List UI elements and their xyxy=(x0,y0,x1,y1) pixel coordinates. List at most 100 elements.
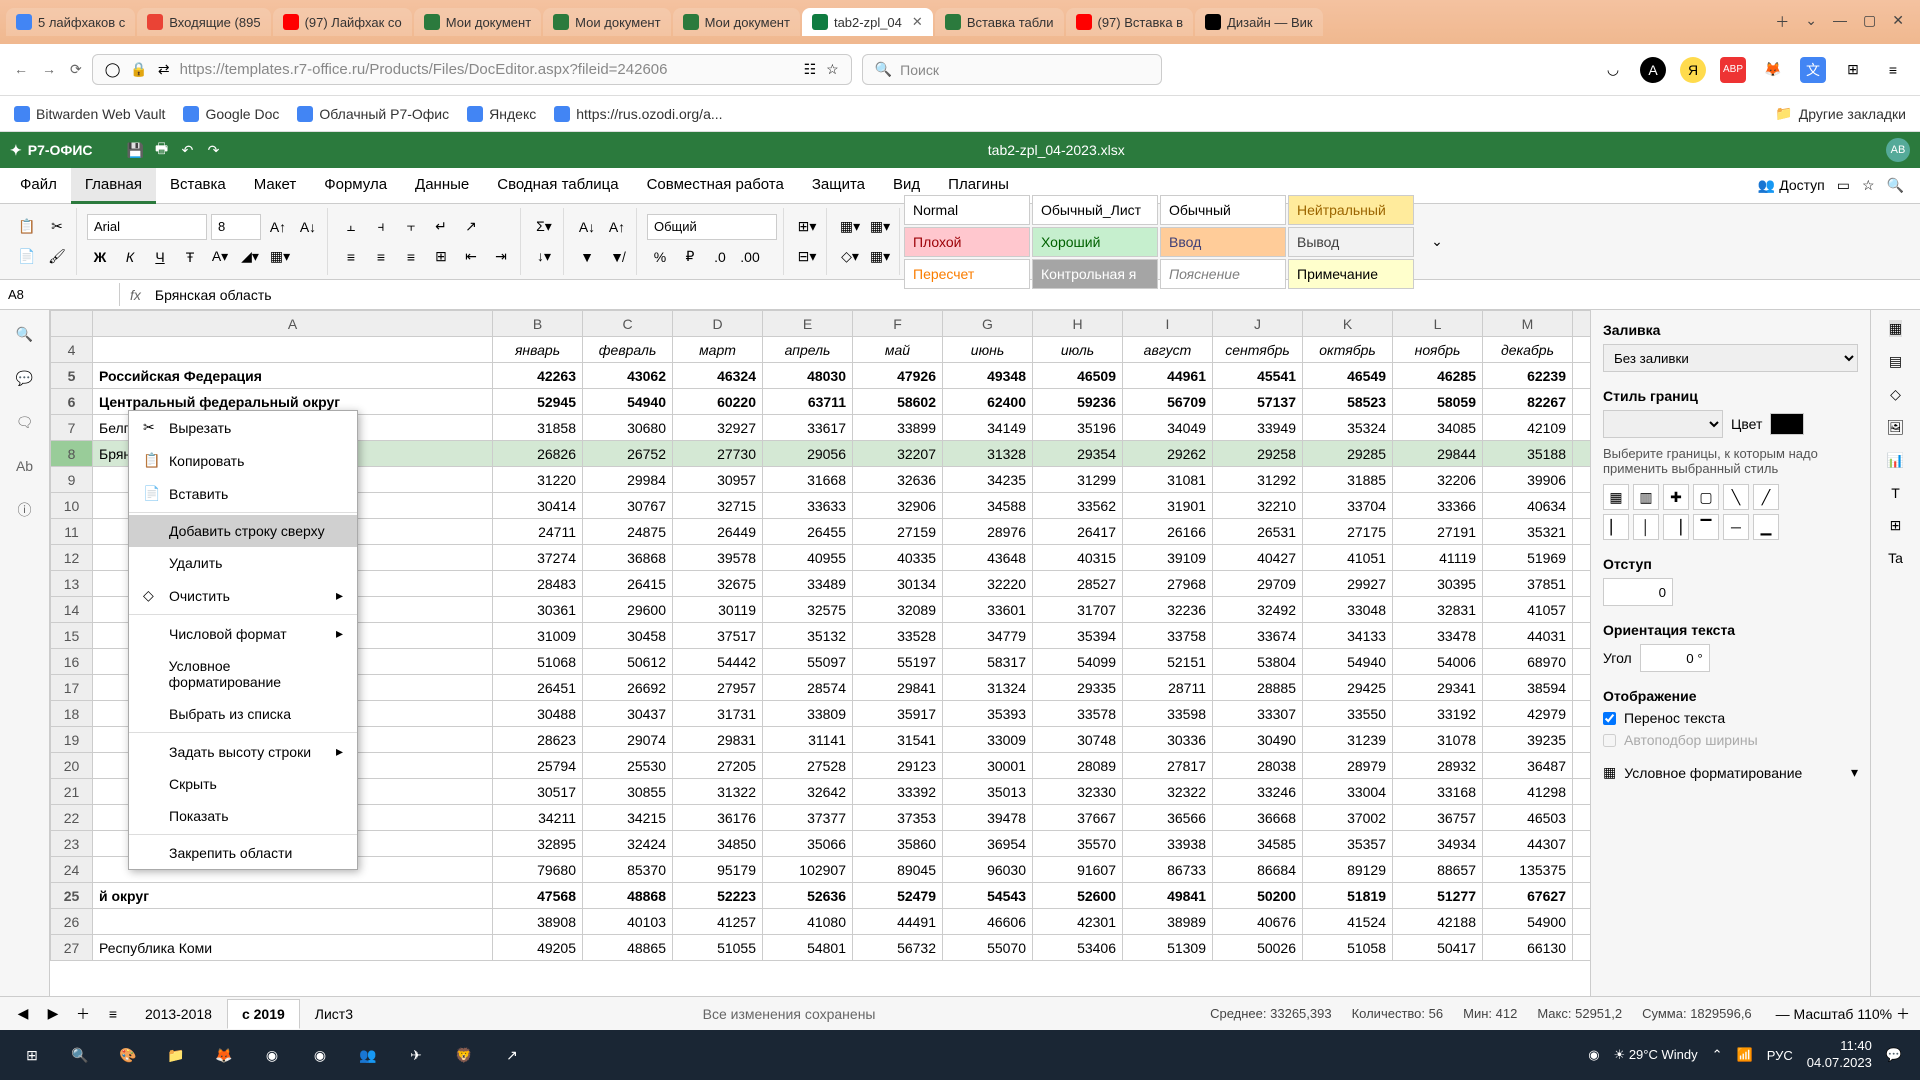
data-cell[interactable]: 31668 xyxy=(763,467,853,493)
month-header[interactable]: январь xyxy=(493,337,583,363)
data-cell[interactable]: 89129 xyxy=(1303,857,1393,883)
data-cell[interactable]: 51068 xyxy=(493,649,583,675)
data-cell[interactable]: 39109 xyxy=(1123,545,1213,571)
data-cell[interactable]: 62400 xyxy=(943,389,1033,415)
hamburger-icon[interactable]: ≡ xyxy=(1880,57,1906,83)
data-cell[interactable]: 67627 xyxy=(1483,883,1573,909)
data-cell[interactable]: 32236 xyxy=(1123,597,1213,623)
data-cell[interactable]: 32210 xyxy=(1213,493,1303,519)
data-cell[interactable]: 31328 xyxy=(943,441,1033,467)
data-cell[interactable]: 42263 xyxy=(493,363,583,389)
column-header[interactable]: D xyxy=(673,311,763,337)
tab-close-icon[interactable]: ✕ xyxy=(912,14,923,30)
data-cell[interactable]: 57137 xyxy=(1213,389,1303,415)
fx-icon[interactable]: fx xyxy=(120,287,151,303)
favorite-icon[interactable]: ☆ xyxy=(1862,177,1875,194)
browser-tab[interactable]: (97) Вставка в xyxy=(1066,8,1194,36)
data-cell[interactable]: 26455 xyxy=(763,519,853,545)
data-cell[interactable]: 26692 xyxy=(583,675,673,701)
data-cell[interactable]: 40103 xyxy=(583,909,673,935)
column-header[interactable]: M xyxy=(1483,311,1573,337)
data-cell[interactable]: 33674 xyxy=(1213,623,1303,649)
window-maximize[interactable]: ▢ xyxy=(1863,12,1876,32)
border-inner-icon[interactable]: ▥ xyxy=(1633,484,1659,510)
undo-icon[interactable]: ↶ xyxy=(175,137,201,163)
browser-tab[interactable]: Мои документ xyxy=(543,8,670,36)
data-cell[interactable]: 33809 xyxy=(763,701,853,727)
data-cell[interactable]: 54900 xyxy=(1483,909,1573,935)
data-cell[interactable]: 27159 xyxy=(853,519,943,545)
other-bookmarks[interactable]: 📁 Другие закладки xyxy=(1775,105,1906,122)
data-cell[interactable]: 31858 xyxy=(493,415,583,441)
row-header[interactable]: 19 xyxy=(51,727,93,753)
notifications-icon[interactable]: 💬 xyxy=(1886,1047,1902,1063)
data-cell[interactable]: 35357 xyxy=(1303,831,1393,857)
data-cell[interactable]: 36566 xyxy=(1123,805,1213,831)
dec-decimal-icon[interactable]: .0 xyxy=(707,244,733,270)
data-cell[interactable]: 35394 xyxy=(1033,623,1123,649)
data-cell[interactable]: 35393 xyxy=(943,701,1033,727)
tab-dropdown-button[interactable]: ⌄ xyxy=(1805,12,1817,32)
data-cell[interactable]: 89045 xyxy=(853,857,943,883)
data-cell[interactable]: 56709 xyxy=(1123,389,1213,415)
browser-tab[interactable]: Дизайн — Вик xyxy=(1195,8,1323,36)
data-cell[interactable]: 33562 xyxy=(1033,493,1123,519)
comments-icon[interactable]: 💬 xyxy=(11,364,39,392)
filter-icon[interactable]: ▼ xyxy=(574,244,600,270)
sheet-tab[interactable]: 2013-2018 xyxy=(130,999,227,1029)
data-cell[interactable]: 32207 xyxy=(853,441,943,467)
data-cell[interactable]: 26451 xyxy=(493,675,583,701)
data-cell[interactable]: 47926 xyxy=(853,363,943,389)
data-cell[interactable]: 34049 xyxy=(1123,415,1213,441)
align-middle-icon[interactable]: ⫞ xyxy=(368,214,394,240)
sheet-prev-icon[interactable]: ◀ xyxy=(10,1001,36,1027)
data-cell[interactable]: 40676 xyxy=(1213,909,1303,935)
data-cell[interactable]: 30361 xyxy=(493,597,583,623)
row-header[interactable]: 17 xyxy=(51,675,93,701)
data-cell[interactable]: 32715 xyxy=(673,493,763,519)
data-cell[interactable]: 41298 xyxy=(1483,779,1573,805)
data-cell[interactable]: 37517 xyxy=(673,623,763,649)
fill-select[interactable]: Без заливки xyxy=(1603,344,1858,372)
data-cell[interactable]: 29123 xyxy=(853,753,943,779)
new-tab-button[interactable]: ＋ xyxy=(1775,12,1789,32)
spreadsheet-grid[interactable]: ABCDEFGHIJKLM4январьфевральмартапрельмай… xyxy=(50,310,1590,996)
data-cell[interactable]: 28089 xyxy=(1033,753,1123,779)
month-header[interactable]: август xyxy=(1123,337,1213,363)
open-location-icon[interactable]: ▭ xyxy=(1837,177,1850,194)
data-cell[interactable]: 30490 xyxy=(1213,727,1303,753)
data-cell[interactable]: 45541 xyxy=(1213,363,1303,389)
data-cell[interactable]: 41057 xyxy=(1483,597,1573,623)
row-header[interactable]: 12 xyxy=(51,545,93,571)
data-cell[interactable]: 31009 xyxy=(493,623,583,649)
row-header[interactable]: 14 xyxy=(51,597,93,623)
data-cell[interactable]: 39578 xyxy=(673,545,763,571)
cell-style[interactable]: Ввод xyxy=(1160,227,1286,257)
data-cell[interactable]: 35013 xyxy=(943,779,1033,805)
sort-asc-icon[interactable]: A↓ xyxy=(574,214,600,240)
data-cell[interactable]: 38594 xyxy=(1483,675,1573,701)
border-diag2-icon[interactable]: ╱ xyxy=(1753,484,1779,510)
menu-макет[interactable]: Макет xyxy=(240,168,310,204)
data-cell[interactable]: 135375 xyxy=(1483,857,1573,883)
month-header[interactable]: май xyxy=(853,337,943,363)
underline-icon[interactable]: Ч xyxy=(147,244,173,270)
yandex-icon[interactable]: Я xyxy=(1680,57,1706,83)
data-cell[interactable]: 27175 xyxy=(1303,519,1393,545)
data-cell[interactable]: 34588 xyxy=(943,493,1033,519)
data-cell[interactable]: 46606 xyxy=(943,909,1033,935)
data-cell[interactable]: 51277 xyxy=(1393,883,1483,909)
border-color-swatch[interactable] xyxy=(1770,413,1804,435)
delete-cells-icon[interactable]: ⊟▾ xyxy=(794,244,820,270)
data-cell[interactable]: 49841 xyxy=(1123,883,1213,909)
data-cell[interactable]: 33617 xyxy=(763,415,853,441)
context-menu-item[interactable]: Показать xyxy=(129,800,357,832)
data-cell[interactable]: 30488 xyxy=(493,701,583,727)
month-header[interactable]: ноябрь xyxy=(1393,337,1483,363)
month-header[interactable]: ян xyxy=(1573,337,1591,363)
data-cell[interactable]: 28483 xyxy=(493,571,583,597)
data-cell[interactable]: 54006 xyxy=(1393,649,1483,675)
data-cell[interactable]: 32322 xyxy=(1123,779,1213,805)
data-cell[interactable]: 54801 xyxy=(763,935,853,961)
data-cell[interactable]: 31239 xyxy=(1303,727,1393,753)
